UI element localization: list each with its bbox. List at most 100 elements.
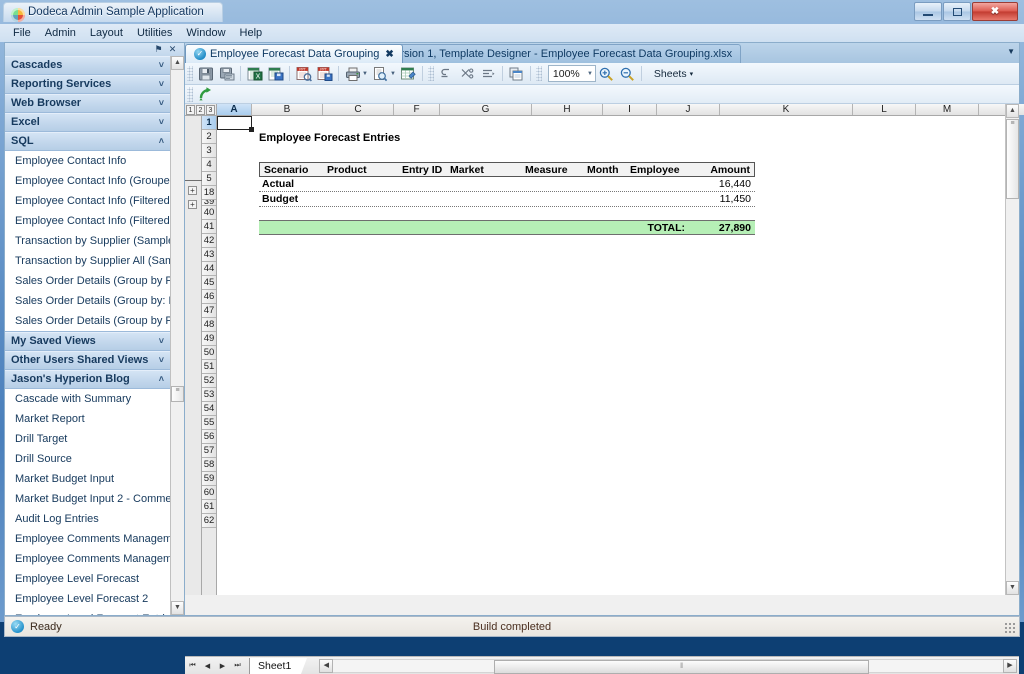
- sidebar-item[interactable]: Audit Log Entries: [5, 509, 170, 529]
- scroll-down-arrow-icon[interactable]: ▼: [171, 601, 184, 615]
- row-header-50[interactable]: 50: [202, 346, 216, 360]
- row-header-18[interactable]: 18: [202, 186, 216, 200]
- column-header-C[interactable]: C: [323, 104, 394, 115]
- close-icon[interactable]: ✕: [167, 44, 178, 55]
- toolbar-grip[interactable]: [187, 66, 193, 81]
- sidebar-item[interactable]: Sales Order Details (Group by Prod...: [5, 271, 170, 291]
- outline-expand-row-18[interactable]: +: [188, 200, 197, 209]
- sheet-horizontal-scrollbar[interactable]: ◀ ‖ ▶: [319, 658, 1017, 674]
- row-header-53[interactable]: 53: [202, 388, 216, 402]
- sidebar-item[interactable]: Employee Level Forecast 2: [5, 589, 170, 609]
- sidebar-item[interactable]: Transaction by Supplier All (Sample...: [5, 251, 170, 271]
- toolbar-grip[interactable]: [187, 86, 193, 102]
- sheet-tab-sheet1[interactable]: Sheet1: [249, 657, 308, 674]
- row-header-41[interactable]: 41: [202, 220, 216, 234]
- sidebar-item[interactable]: Employee Contact Info: [5, 151, 170, 171]
- zoom-out-button[interactable]: [618, 64, 637, 83]
- close-button[interactable]: ✖: [972, 2, 1018, 21]
- sidebar-item[interactable]: Sales Order Details (Group by Prod...: [5, 311, 170, 331]
- row-header-40[interactable]: 40: [202, 206, 216, 220]
- sidebar-item[interactable]: Market Report: [5, 409, 170, 429]
- sidebar-group-reporting-services[interactable]: Reporting Services ˅: [5, 75, 170, 94]
- tab-overflow-chevron-down-icon[interactable]: ▼: [1007, 47, 1015, 56]
- sidebar-item[interactable]: Drill Source: [5, 449, 170, 469]
- sidebar-item[interactable]: Market Budget Input: [5, 469, 170, 489]
- row-header-55[interactable]: 55: [202, 416, 216, 430]
- menu-help[interactable]: Help: [233, 26, 270, 40]
- first-sheet-button[interactable]: ⏮: [185, 658, 200, 673]
- row-header-56[interactable]: 56: [202, 430, 216, 444]
- chevron-down-icon[interactable]: ▼: [587, 71, 593, 77]
- row-header-57[interactable]: 57: [202, 444, 216, 458]
- column-header-M[interactable]: M: [916, 104, 979, 115]
- sidebar-group-web-browser[interactable]: Web Browser ˅: [5, 94, 170, 113]
- zoom-combobox[interactable]: 100% ▼: [547, 65, 596, 82]
- table-row[interactable]: Actual 16,440: [259, 177, 755, 192]
- menu-file[interactable]: File: [6, 26, 38, 40]
- save-as-button[interactable]: [217, 64, 236, 83]
- row-header-54[interactable]: 54: [202, 402, 216, 416]
- outline-level-1[interactable]: 1: [186, 104, 195, 115]
- sidebar-item[interactable]: Drill Target: [5, 429, 170, 449]
- row-header-59[interactable]: 59: [202, 472, 216, 486]
- column-header-J[interactable]: J: [657, 104, 720, 115]
- row-header-43[interactable]: 43: [202, 248, 216, 262]
- row-header-46[interactable]: 46: [202, 290, 216, 304]
- sidebar-group-other-users-shared-views[interactable]: Other Users Shared Views ˅: [5, 351, 170, 370]
- document-tab-employee-forecast-data-grouping[interactable]: ✓ Employee Forecast Data Grouping ✖: [185, 44, 403, 63]
- toolbar-grip[interactable]: [535, 66, 542, 81]
- sidebar-item[interactable]: Market Budget Input 2 - Comments: [5, 489, 170, 509]
- scroll-left-arrow-icon[interactable]: ◀: [319, 658, 334, 673]
- scroll-down-arrow-icon[interactable]: ▼: [1006, 581, 1019, 595]
- row-header-49[interactable]: 49: [202, 332, 216, 346]
- refresh-button[interactable]: [196, 85, 215, 104]
- menu-layout[interactable]: Layout: [83, 26, 130, 40]
- build-button[interactable]: [399, 64, 418, 83]
- export-excel-button[interactable]: X: [245, 64, 264, 83]
- sidebar-item[interactable]: Employee Contact Info (Filtered by:...: [5, 211, 170, 231]
- outline-level-2[interactable]: 2: [196, 104, 205, 115]
- hscroll-thumb[interactable]: ‖: [494, 659, 870, 674]
- column-header-G[interactable]: G: [440, 104, 532, 115]
- row-header-42[interactable]: 42: [202, 234, 216, 248]
- sidebar-item[interactable]: Employee Comments Management...: [5, 529, 170, 549]
- print-button[interactable]: [343, 64, 362, 83]
- sidebar-group-my-saved-views[interactable]: My Saved Views ˅: [5, 332, 170, 351]
- menu-admin[interactable]: Admin: [38, 26, 83, 40]
- next-sheet-button[interactable]: ▶: [215, 658, 230, 673]
- menu-window[interactable]: Window: [179, 26, 232, 40]
- last-sheet-button[interactable]: ⏭: [230, 658, 245, 673]
- menu-utilities[interactable]: Utilities: [130, 26, 179, 40]
- sheet-scroll-thumb[interactable]: ≡: [1006, 119, 1019, 199]
- sidebar-item[interactable]: Employee Contact Info (Grouped by...: [5, 171, 170, 191]
- active-cell-a1[interactable]: [217, 116, 254, 132]
- sidebar-item[interactable]: Employee Contact Info (Filtered by:...: [5, 191, 170, 211]
- save-excel-button[interactable]: [266, 64, 285, 83]
- row-header-58[interactable]: 58: [202, 458, 216, 472]
- print-preview-button[interactable]: [371, 64, 390, 83]
- sidebar-item[interactable]: Employee Level Forecast: [5, 569, 170, 589]
- row-header-3[interactable]: 3: [202, 144, 216, 158]
- prev-sheet-button[interactable]: ◀: [200, 658, 215, 673]
- zoom-in-button[interactable]: [597, 64, 616, 83]
- row-header-52[interactable]: 52: [202, 374, 216, 388]
- sidebar-group-jason-s-hyperion-blog[interactable]: Jason's Hyperion Blog ˄: [5, 370, 170, 389]
- row-header-62[interactable]: 62: [202, 514, 216, 528]
- resize-grip[interactable]: [1004, 622, 1016, 634]
- sheet-vertical-scrollbar[interactable]: ▲ ≡ ▼: [1005, 104, 1019, 595]
- column-header-I[interactable]: I: [603, 104, 657, 115]
- row-header-47[interactable]: 47: [202, 304, 216, 318]
- sidebar-item[interactable]: Transaction by Supplier (Sample Ba...: [5, 231, 170, 251]
- grid-area[interactable]: Employee Forecast Entries Scenario Produ…: [217, 116, 1005, 595]
- minimize-button[interactable]: [914, 2, 942, 21]
- scissors-button[interactable]: [458, 64, 477, 83]
- print-dropdown-arrow-icon[interactable]: ▼: [362, 71, 368, 77]
- maximize-button[interactable]: [943, 2, 971, 21]
- sidebar-scroll-thumb[interactable]: ≡: [171, 386, 184, 402]
- outline-expand-row-5[interactable]: +: [188, 186, 197, 195]
- column-header-F[interactable]: F: [394, 104, 440, 115]
- scroll-up-arrow-icon[interactable]: ▲: [171, 56, 184, 70]
- outline-level-3[interactable]: 3: [206, 104, 215, 115]
- save-button[interactable]: [196, 64, 215, 83]
- cut-button[interactable]: [437, 64, 456, 83]
